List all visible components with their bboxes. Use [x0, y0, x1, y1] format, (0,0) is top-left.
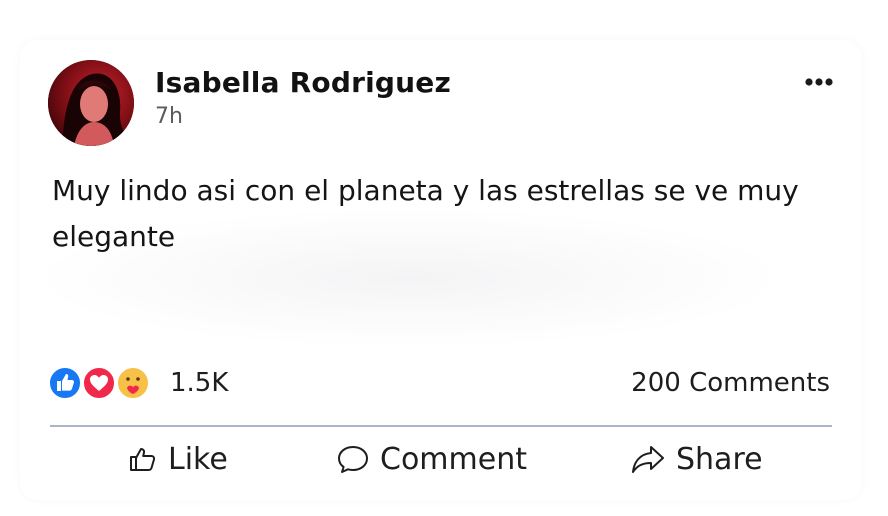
post-text: Muy lindo asi con el planeta y las estre… [52, 174, 799, 253]
author-name[interactable]: Isabella Rodriguez [155, 66, 451, 99]
post-timestamp[interactable]: 7h [155, 104, 183, 129]
like-button[interactable]: Like [128, 438, 228, 480]
share-label: Share [676, 441, 763, 477]
more-options-icon[interactable] [804, 72, 834, 86]
thumbs-up-icon [128, 444, 158, 474]
share-button[interactable]: Share [630, 438, 763, 480]
comment-bubble-icon [336, 443, 370, 475]
like-reaction-icon [48, 366, 82, 400]
share-arrow-icon [630, 444, 666, 474]
reaction-icons[interactable] [48, 366, 160, 400]
love-reaction-icon [82, 366, 116, 400]
like-label: Like [168, 441, 228, 477]
comment-label: Comment [380, 441, 527, 477]
divider [50, 425, 832, 427]
comments-count[interactable]: 200 Comments [631, 368, 830, 398]
avatar[interactable] [48, 60, 134, 146]
care-reaction-icon [116, 366, 150, 400]
reaction-count[interactable]: 1.5K [170, 368, 228, 398]
comment-button[interactable]: Comment [336, 438, 527, 480]
post-card: Isabella Rodriguez 7h Muy lindo asi con … [20, 40, 862, 500]
